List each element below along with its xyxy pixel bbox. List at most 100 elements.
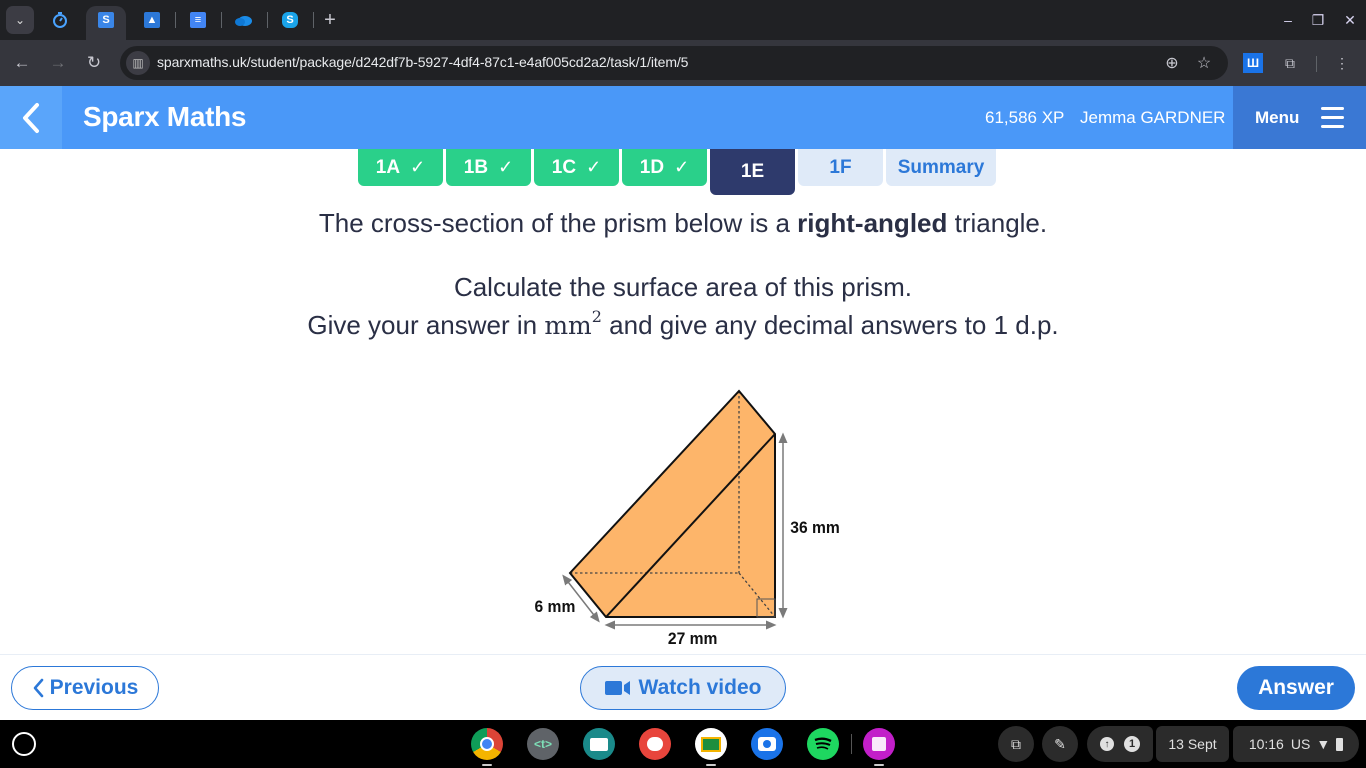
site-info-button[interactable]: ▥ [126, 51, 150, 75]
extension-button[interactable]: Ш [1243, 53, 1263, 73]
user-name: Jemma GARDNER [1080, 108, 1226, 127]
task-tabs: 1A ✓ 1B ✓ 1C ✓ 1D ✓ 1E 1F Summary [358, 149, 996, 197]
menu-button[interactable]: Menu [1233, 86, 1366, 149]
extension-logo-icon: Ш [1246, 56, 1260, 70]
minimize-button[interactable]: – [1276, 8, 1300, 32]
tab-separator [175, 12, 176, 28]
hidden-edge-depth [738, 572, 776, 618]
launcher-button[interactable] [12, 732, 36, 756]
text-editor-icon[interactable]: <t> [527, 728, 559, 760]
close-window-button[interactable]: ✕ [1338, 8, 1362, 32]
chevron-down-icon: ⌄ [14, 13, 26, 27]
reload-icon: ↻ [86, 53, 102, 72]
unit-math: mm2 [544, 307, 602, 340]
notifications-button[interactable]: ↑ 1 [1087, 726, 1153, 762]
tab-skype[interactable]: S [278, 7, 302, 33]
task-tab-1f[interactable]: 1F [798, 149, 883, 186]
browser-menu-button[interactable]: ⋮ [1331, 52, 1353, 74]
task-tab-summary[interactable]: Summary [886, 149, 996, 186]
tab-search-button[interactable]: ⌄ [6, 6, 34, 34]
restore-icon: ❐ [1311, 11, 1325, 28]
tab-separator [267, 12, 268, 28]
tab-separator [313, 12, 314, 28]
google-docs-icon: ≡ [190, 12, 206, 28]
onedrive-icon [235, 16, 252, 26]
tab-separator [221, 12, 222, 28]
more-vertical-icon: ⋮ [1335, 54, 1349, 71]
wifi-icon: ▼ [1316, 736, 1331, 752]
question-line-2: Calculate the surface area of this prism… [453, 272, 913, 302]
sparx-s-icon: S [98, 12, 114, 28]
tab-timer[interactable] [48, 7, 72, 33]
depth-dimension-arrow [562, 574, 600, 623]
running-indicator [874, 764, 884, 766]
restore-button[interactable]: ❐ [1306, 8, 1330, 32]
stylus-tools-button[interactable]: ✎ [1042, 726, 1078, 762]
menu-label: Menu [1255, 107, 1300, 127]
chrome-icon[interactable] [471, 728, 503, 760]
system-tray-button[interactable]: 10:16 US ▼ [1233, 726, 1359, 762]
camera-icon[interactable] [751, 728, 783, 760]
tab-sparx[interactable]: S [94, 7, 118, 33]
arrow-left-icon: ← [13, 53, 31, 72]
check-icon: ✓ [410, 157, 426, 177]
base-label: 27 mm [668, 629, 718, 648]
depth-label: 6 mm [535, 597, 576, 616]
watch-video-button[interactable]: Watch video [580, 666, 786, 710]
paint-icon[interactable] [639, 728, 671, 760]
task-tab-1d[interactable]: 1D ✓ [622, 149, 707, 186]
google-classroom-icon[interactable] [695, 728, 727, 760]
news-icon[interactable] [583, 728, 615, 760]
screen-capture-button[interactable]: ⧉ [998, 726, 1034, 762]
running-indicator [706, 764, 716, 766]
bookmark-button[interactable]: ☆ [1193, 52, 1215, 74]
zoom-indicator[interactable]: ⊕ [1161, 52, 1183, 74]
star-icon: ☆ [1196, 55, 1212, 72]
pen-icon: ✎ [1054, 735, 1066, 752]
spotify-icon[interactable] [807, 728, 839, 760]
reload-button[interactable]: ↻ [82, 51, 106, 75]
back-button[interactable]: ← [10, 51, 34, 75]
tab-onedrive[interactable] [232, 7, 256, 33]
gallery-icon[interactable] [863, 728, 895, 760]
task-tab-1c[interactable]: 1C ✓ [534, 149, 619, 186]
zoom-in-icon: ⊕ [1165, 55, 1179, 72]
stopwatch-icon [53, 12, 67, 28]
task-tab-1e[interactable]: 1E [710, 149, 795, 195]
answer-button[interactable]: Answer [1237, 666, 1355, 710]
task-tab-1a[interactable]: 1A ✓ [358, 149, 443, 186]
site-info-icon: ▥ [132, 56, 144, 70]
notification-count: 1 [1124, 736, 1140, 752]
new-tab-button[interactable]: + [318, 7, 342, 33]
clock: 10:16 [1248, 736, 1284, 752]
os-shelf: <t> ⧉ ✎ ↑ 1 13 Sept 10:16 US ▼ [0, 720, 1366, 768]
url-text[interactable]: sparxmaths.uk/student/package/d242df7b-5… [157, 54, 688, 70]
minimize-icon: – [1284, 12, 1292, 28]
chevron-left-icon [23, 102, 39, 133]
toolbar-separator [1316, 56, 1317, 72]
address-bar[interactable]: ▥ sparxmaths.uk/student/package/d242df7b… [120, 46, 1228, 80]
extensions-menu-button[interactable]: ⧉ [1279, 52, 1301, 74]
date-button[interactable]: 13 Sept [1156, 726, 1229, 762]
tab-docs[interactable]: ≡ [186, 7, 210, 33]
previous-button[interactable]: Previous [11, 666, 159, 710]
screenshot-icon: ⧉ [1011, 735, 1021, 752]
emphasis-right-angled: right-angled [797, 208, 948, 238]
xp-counter: 61,586 XP [985, 108, 1065, 127]
forward-button[interactable]: → [46, 51, 70, 75]
hamburger-icon [1321, 107, 1344, 129]
close-icon: ✕ [1344, 11, 1356, 28]
browser-toolbar: ← → ↻ ▥ sparxmaths.uk/student/package/d2… [0, 40, 1366, 86]
upload-icon: ↑ [1100, 737, 1114, 751]
height-label: 36 mm [790, 518, 840, 537]
task-tab-1b[interactable]: 1B ✓ [446, 149, 531, 186]
question-line-1: The cross-section of the prism below is … [318, 208, 1048, 238]
question-line-3: Give your answer in mm2 and give any dec… [307, 307, 1059, 340]
skype-icon: S [282, 12, 298, 28]
puzzle-icon: ⧉ [1285, 54, 1295, 71]
header-back-button[interactable] [0, 86, 62, 149]
check-icon: ✓ [674, 157, 690, 177]
app-header: Sparx Maths 61,586 XP Jemma GARDNER Menu [0, 86, 1366, 149]
battery-icon [1336, 737, 1344, 751]
tab-classroom[interactable]: ▲ [140, 7, 164, 33]
